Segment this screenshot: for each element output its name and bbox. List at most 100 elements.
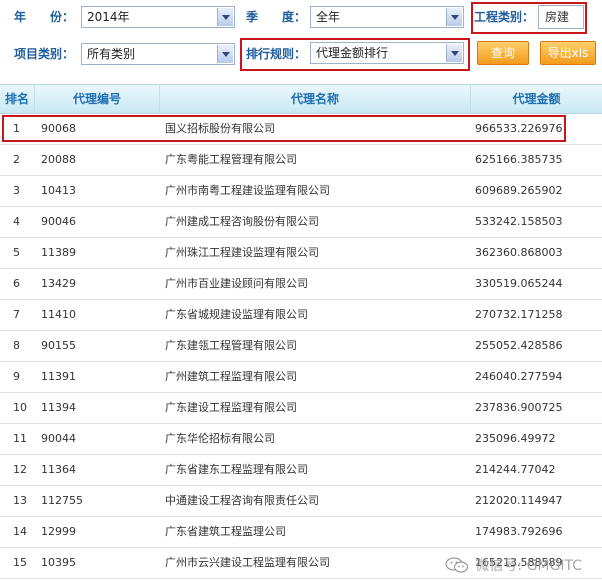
rank-cell: 7 <box>13 308 20 321</box>
rank-cell: 14 <box>13 525 27 538</box>
code-cell: 11391 <box>41 370 76 383</box>
name-cell: 广州建成工程咨询股份有限公司 <box>165 215 319 228</box>
rank-cell: 3 <box>13 184 20 197</box>
rank-cell: 4 <box>13 215 20 228</box>
name-cell: 广东华伦招标有限公司 <box>165 432 275 445</box>
table-row[interactable]: 6 13429 广州市百业建设顾问有限公司 330519.065244 <box>0 269 602 300</box>
table-row[interactable]: 7 11410 广东省城规建设监理有限公司 270732.171258 <box>0 300 602 331</box>
code-cell: 10413 <box>41 184 76 197</box>
code-cell: 12999 <box>41 525 76 538</box>
rank-cell: 15 <box>13 556 27 569</box>
column-header-name[interactable]: 代理名称 <box>160 85 471 113</box>
code-cell: 11394 <box>41 401 76 414</box>
amount-cell: 270732.171258 <box>475 308 563 321</box>
code-cell: 11389 <box>41 246 76 259</box>
table-row[interactable]: 14 12999 广东省建筑工程监理公司 174983.792696 <box>0 517 602 548</box>
amount-cell: 174983.792696 <box>475 525 563 538</box>
rank-cell: 13 <box>13 494 27 507</box>
name-cell: 广州珠江工程建设监理有限公司 <box>165 246 319 259</box>
amount-cell: 966533.226976 <box>475 122 563 135</box>
table-row[interactable]: 11 90044 广东华伦招标有限公司 235096.49972 <box>0 424 602 455</box>
table-row[interactable]: 9 11391 广州建筑工程监理有限公司 246040.277594 <box>0 362 602 393</box>
name-cell: 广州市南粤工程建设监理有限公司 <box>165 184 330 197</box>
project-type-field[interactable]: 房建 <box>538 5 584 29</box>
rank-cell: 2 <box>13 153 20 166</box>
ranking-rule-select[interactable]: 代理金额排行 <box>310 42 464 64</box>
ranking-rule-label: 排行规则： <box>246 47 307 61</box>
name-cell: 广州市百业建设顾问有限公司 <box>165 277 308 290</box>
amount-cell: 214244.77042 <box>475 463 556 476</box>
chevron-down-icon[interactable] <box>446 8 462 26</box>
amount-cell: 362360.868003 <box>475 246 563 259</box>
amount-cell: 609689.265902 <box>475 184 563 197</box>
year-select-value: 2014年 <box>87 10 130 24</box>
amount-cell: 212020.114947 <box>475 494 563 507</box>
name-cell: 广州市云兴建设工程监理有限公司 <box>165 556 330 569</box>
name-cell: 广东建瓴工程管理有限公司 <box>165 339 297 352</box>
rank-cell: 1 <box>13 122 20 135</box>
code-cell: 20088 <box>41 153 76 166</box>
table-row[interactable]: 10 11394 广东建设工程监理有限公司 237836.900725 <box>0 393 602 424</box>
amount-cell: 235096.49972 <box>475 432 556 445</box>
filter-panel: 年 份： 2014年 季 度： 全年 工程类别： 房建 项目类别： 所有类别 排… <box>0 0 602 78</box>
wechat-icon <box>445 557 469 573</box>
code-cell: 90068 <box>41 122 76 135</box>
table-row[interactable]: 5 11389 广州珠江工程建设监理有限公司 362360.868003 <box>0 238 602 269</box>
amount-cell: 533242.158503 <box>475 215 563 228</box>
table-row[interactable]: 3 10413 广州市南粤工程建设监理有限公司 609689.265902 <box>0 176 602 207</box>
name-cell: 广州建筑工程监理有限公司 <box>165 370 297 383</box>
table-body: 1 90068 国义招标股份有限公司 966533.226976 2 20088 广东粤能工… <box>0 114 602 579</box>
project-type-label: 工程类别： <box>474 10 535 24</box>
column-header-amount[interactable]: 代理金额 <box>471 85 602 113</box>
item-type-label: 项目类别： <box>14 47 75 61</box>
ranking-table: 排名 代理编号 代理名称 代理金额 1 90068 国义招标股份有限公司 966533… <box>0 84 602 579</box>
table-row[interactable]: 4 90046 广州建成工程咨询股份有限公司 533242.158503 <box>0 207 602 238</box>
table-row[interactable]: 1 90068 国义招标股份有限公司 966533.226976 <box>0 114 602 145</box>
name-cell: 广东省建筑工程监理公司 <box>165 525 286 538</box>
name-cell: 中通建设工程咨询有限责任公司 <box>165 494 319 507</box>
amount-cell: 237836.900725 <box>475 401 563 414</box>
watermark: 微信号: GMGITC <box>445 555 582 575</box>
name-cell: 广东省城规建设监理有限公司 <box>165 308 308 321</box>
ranking-rule-select-value: 代理金额排行 <box>316 46 389 60</box>
quarter-select[interactable]: 全年 <box>310 6 464 28</box>
quarter-label: 季 度： <box>246 10 307 24</box>
code-cell: 11364 <box>41 463 76 476</box>
item-type-select-value: 所有类别 <box>87 47 136 61</box>
rank-cell: 11 <box>13 432 27 445</box>
export-xls-button[interactable]: 导出xls <box>540 41 596 65</box>
query-button[interactable]: 查询 <box>477 41 529 65</box>
name-cell: 国义招标股份有限公司 <box>165 122 275 135</box>
rank-cell: 9 <box>13 370 20 383</box>
rank-cell: 12 <box>13 463 27 476</box>
table-row[interactable]: 12 11364 广东省建东工程监理有限公司 214244.77042 <box>0 455 602 486</box>
name-cell: 广东粤能工程管理有限公司 <box>165 153 297 166</box>
name-cell: 广东建设工程监理有限公司 <box>165 401 297 414</box>
code-cell: 90155 <box>41 339 76 352</box>
column-header-code[interactable]: 代理编号 <box>35 85 160 113</box>
code-cell: 11410 <box>41 308 76 321</box>
year-label: 年 份： <box>14 10 75 24</box>
rank-cell: 8 <box>13 339 20 352</box>
amount-cell: 330519.065244 <box>475 277 563 290</box>
chevron-down-icon[interactable] <box>446 44 462 62</box>
chevron-down-icon[interactable] <box>217 8 233 26</box>
name-cell: 广东省建东工程监理有限公司 <box>165 463 308 476</box>
year-select[interactable]: 2014年 <box>81 6 235 28</box>
amount-cell: 625166.385735 <box>475 153 563 166</box>
item-type-select[interactable]: 所有类别 <box>81 43 235 65</box>
rank-cell: 5 <box>13 246 20 259</box>
column-header-rank[interactable]: 排名 <box>0 85 35 113</box>
table-row[interactable]: 8 90155 广东建瓴工程管理有限公司 255052.428586 <box>0 331 602 362</box>
rank-cell: 10 <box>13 401 27 414</box>
code-cell: 10395 <box>41 556 76 569</box>
rank-cell: 6 <box>13 277 20 290</box>
table-row[interactable]: 2 20088 广东粤能工程管理有限公司 625166.385735 <box>0 145 602 176</box>
amount-cell: 246040.277594 <box>475 370 563 383</box>
code-cell: 90044 <box>41 432 76 445</box>
table-row[interactable]: 13 112755 中通建设工程咨询有限责任公司 212020.114947 <box>0 486 602 517</box>
chevron-down-icon[interactable] <box>217 45 233 63</box>
code-cell: 13429 <box>41 277 76 290</box>
watermark-text: 微信号: GMGITC <box>475 558 582 574</box>
quarter-select-value: 全年 <box>316 10 341 24</box>
